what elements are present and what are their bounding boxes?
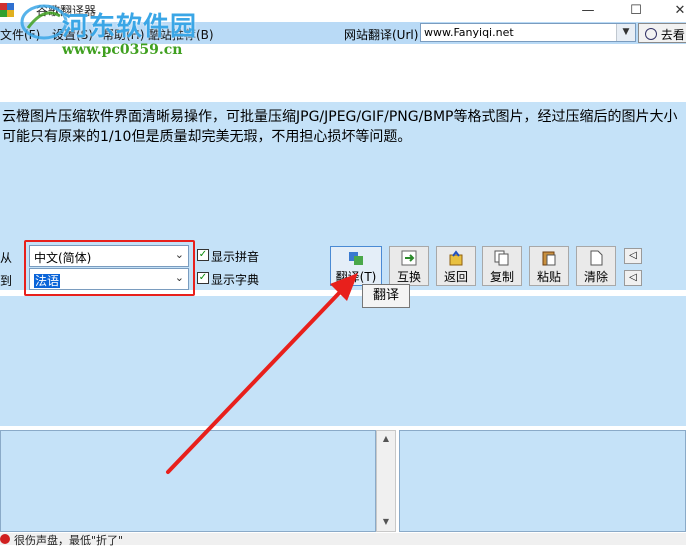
close-button[interactable]: ✕ <box>662 0 686 22</box>
clear-label: 清除 <box>583 270 608 284</box>
watermark-url: www.pc0359.cn <box>62 42 183 58</box>
translate-tooltip: 翻译 <box>362 284 410 308</box>
show-pinyin-label: 显示拼音 <box>211 250 260 264</box>
url-label: 网站翻译(Url) <box>344 28 419 42</box>
translate-button[interactable]: 翻译(T) <box>330 246 382 286</box>
goto-label: 去看 <box>660 28 685 42</box>
paste-button[interactable]: 粘贴 <box>529 246 569 286</box>
speaker-icon[interactable]: ◁ <box>624 248 642 264</box>
translate-icon <box>349 252 363 265</box>
back-label: 返回 <box>443 270 468 284</box>
copy-icon <box>494 250 509 266</box>
app-icon <box>0 3 14 17</box>
swap-button[interactable]: 互换 <box>389 246 429 286</box>
swap-icon <box>401 250 417 266</box>
translate-label: 翻译(T) <box>335 270 377 284</box>
watermark-brand: 河东软件园 <box>62 12 198 42</box>
maximize-button[interactable]: ☐ <box>618 0 654 22</box>
paste-icon <box>542 251 556 266</box>
chevron-down-icon[interactable]: ▼ <box>616 24 635 41</box>
copy-button[interactable]: 复制 <box>482 246 522 286</box>
paste-label: 粘贴 <box>536 270 561 284</box>
result-text-area[interactable] <box>0 296 686 426</box>
back-icon <box>449 250 463 266</box>
dictionary-pane[interactable] <box>0 430 376 532</box>
goto-button[interactable]: 去看 <box>638 23 686 43</box>
scroll-up-icon[interactable]: ▲ <box>377 431 395 447</box>
highlight-box <box>24 240 195 296</box>
from-label: 从 <box>0 251 13 265</box>
to-label: 到 <box>0 274 13 288</box>
watermark-logo <box>20 4 68 40</box>
clear-icon <box>590 250 603 266</box>
url-input[interactable]: www.Fanyiqi.net <box>420 23 636 42</box>
status-text: 很伤声盘，最低"折了" <box>14 534 124 547</box>
minimize-button[interactable]: — <box>570 0 606 22</box>
show-pinyin-checkbox[interactable]: ✓ <box>197 249 209 261</box>
back-button[interactable]: 返回 <box>436 246 476 286</box>
speaker-icon[interactable]: ◁ <box>624 270 642 286</box>
pinyin-pane[interactable] <box>399 430 686 532</box>
clear-button[interactable]: 清除 <box>576 246 616 286</box>
copy-label: 复制 <box>489 270 514 284</box>
warning-icon <box>0 534 10 544</box>
swap-label: 互换 <box>396 270 421 284</box>
show-dict-label: 显示字典 <box>211 273 260 287</box>
show-dict-checkbox[interactable]: ✓ <box>197 272 209 284</box>
source-text: 云橙图片压缩软件界面清晰易操作，可批量压缩JPG/JPEG/GIF/PNG/BM… <box>2 109 678 145</box>
scroll-down-icon[interactable]: ▼ <box>377 514 395 530</box>
globe-icon <box>645 28 657 40</box>
